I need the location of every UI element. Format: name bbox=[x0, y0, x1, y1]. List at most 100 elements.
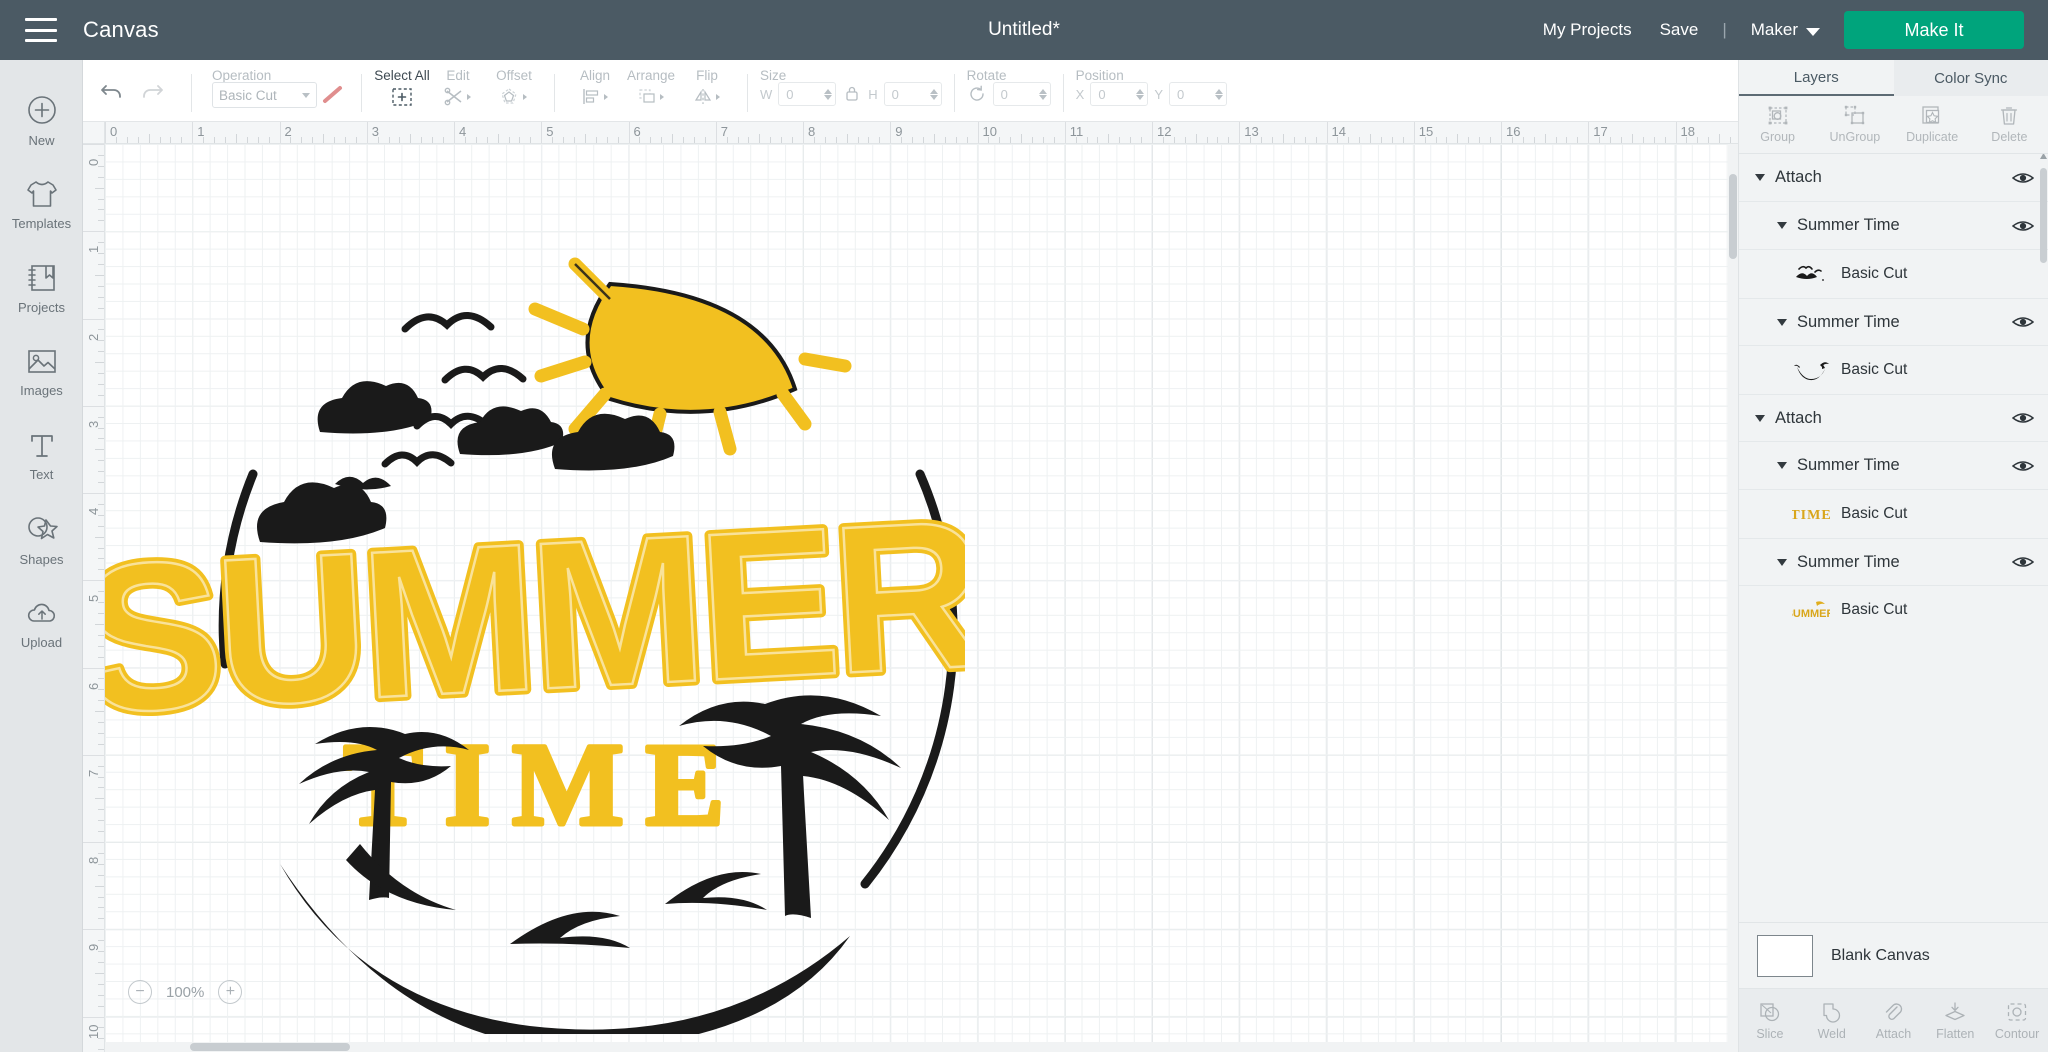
slice-button[interactable]: Slice bbox=[1739, 1001, 1801, 1041]
tab-layers[interactable]: Layers bbox=[1739, 60, 1894, 96]
edit-button[interactable]: Edit bbox=[430, 60, 486, 112]
redo-icon[interactable] bbox=[139, 79, 165, 103]
ungroup-button[interactable]: UnGroup bbox=[1816, 105, 1893, 144]
rotate-stepper[interactable] bbox=[1038, 88, 1047, 100]
make-it-button[interactable]: Make It bbox=[1844, 11, 2024, 49]
ruler-minor-tick bbox=[1566, 137, 1568, 143]
sidebar-item-projects[interactable]: Projects bbox=[0, 246, 83, 330]
offset-button[interactable]: Offset bbox=[486, 60, 542, 112]
ruler-minor-tick bbox=[98, 383, 104, 385]
caret-down-icon[interactable] bbox=[1777, 462, 1787, 469]
sidebar-item-shapes[interactable]: Shapes bbox=[0, 498, 83, 582]
hamburger-icon[interactable] bbox=[25, 18, 57, 42]
ruler-minor-tick bbox=[584, 134, 586, 143]
scroll-up-arrow-icon[interactable] bbox=[2039, 154, 2048, 161]
attach-button[interactable]: Attach bbox=[1863, 1001, 1925, 1041]
caret-down-icon[interactable] bbox=[1755, 174, 1765, 181]
visibility-eye-icon[interactable] bbox=[2012, 218, 2034, 234]
layer-row-summer-time-4[interactable]: Summer Time bbox=[1739, 538, 2048, 586]
layer-list-scrollbar[interactable] bbox=[2039, 154, 2048, 922]
align-button[interactable]: Align bbox=[567, 60, 623, 112]
layer-row-summer-time-1[interactable]: Summer Time bbox=[1739, 202, 2048, 250]
position-x-stepper[interactable] bbox=[1136, 88, 1145, 100]
plus-circle-icon[interactable]: + bbox=[218, 980, 243, 1004]
caret-down-icon[interactable] bbox=[1777, 558, 1787, 566]
ruler-minor-tick bbox=[98, 809, 104, 811]
flip-button[interactable]: Flip bbox=[679, 60, 735, 112]
canvas-vertical-scrollbar[interactable] bbox=[1728, 144, 1738, 1052]
ruler-minor-tick bbox=[290, 137, 292, 143]
my-projects-link[interactable]: My Projects bbox=[1529, 20, 1646, 40]
rotate-input[interactable]: 0 bbox=[992, 82, 1051, 106]
ruler-minor-tick bbox=[98, 503, 104, 505]
sidebar-item-images[interactable]: Images bbox=[0, 330, 83, 414]
contour-label: Contour bbox=[1994, 1026, 2040, 1041]
canvas-color-swatch[interactable] bbox=[1757, 934, 1813, 977]
visibility-eye-icon[interactable] bbox=[2012, 314, 2034, 330]
ruler-minor-tick bbox=[1686, 137, 1688, 143]
position-x-input[interactable]: 0 bbox=[1090, 82, 1149, 106]
layer-row-basic-cut-1[interactable]: Basic Cut bbox=[1739, 250, 2048, 298]
canvas-layer-row[interactable]: Blank Canvas bbox=[1739, 922, 2048, 988]
canvas-area[interactable]: 0 1 2 3 4 5 6 7 8 9 10 11 12 13 14 15 16 17 18 01234567891… bbox=[83, 122, 1738, 1052]
caret-down-icon[interactable] bbox=[1777, 222, 1787, 229]
size-height-input[interactable]: 0 bbox=[883, 82, 942, 106]
flatten-button[interactable]: Flatten bbox=[1924, 1001, 1986, 1041]
duplicate-button[interactable]: Duplicate bbox=[1894, 105, 1971, 144]
ruler-minor-tick bbox=[1610, 137, 1612, 143]
visibility-eye-icon[interactable] bbox=[2012, 410, 2034, 426]
line-color-swatch[interactable] bbox=[317, 82, 349, 108]
ruler-minor-tick bbox=[432, 137, 434, 143]
ruler-minor-tick bbox=[617, 137, 619, 143]
sidebar-item-new[interactable]: New bbox=[0, 78, 83, 162]
ruler-minor-tick bbox=[421, 137, 423, 143]
layer-row-summer-time-2[interactable]: Summer Time bbox=[1739, 298, 2048, 346]
operation-select[interactable]: Basic Cut bbox=[212, 82, 317, 108]
layer-name: Summer Time bbox=[1797, 312, 1900, 331]
layer-row-summer-time-3[interactable]: Summer Time bbox=[1739, 442, 2048, 490]
position-y-input[interactable]: 0 bbox=[1169, 82, 1228, 106]
size-width-stepper[interactable] bbox=[824, 88, 833, 100]
caret-down-icon[interactable] bbox=[1755, 414, 1765, 422]
sidebar-item-upload[interactable]: Upload bbox=[0, 582, 83, 666]
design-artwork[interactable]: SUMMER SUMMER TIME bbox=[105, 144, 965, 1034]
canvas-horizontal-scrollbar[interactable] bbox=[105, 1042, 1728, 1052]
rotate-value: 0 bbox=[1000, 86, 1008, 102]
group-button[interactable]: Group bbox=[1739, 105, 1816, 144]
visibility-eye-icon[interactable] bbox=[2012, 170, 2034, 186]
layer-row-basic-cut-3[interactable]: TIME Basic Cut bbox=[1739, 490, 2048, 538]
offset-icon bbox=[499, 82, 529, 112]
sidebar-item-text[interactable]: Text bbox=[0, 414, 83, 498]
visibility-eye-icon[interactable] bbox=[2012, 458, 2034, 474]
position-y-stepper[interactable] bbox=[1215, 88, 1224, 100]
contour-icon bbox=[2005, 1001, 2029, 1023]
scrollbar-thumb[interactable] bbox=[1729, 174, 1737, 259]
scrollbar-thumb[interactable] bbox=[2040, 168, 2047, 263]
scrollbar-thumb[interactable] bbox=[190, 1043, 350, 1051]
arrange-button[interactable]: Arrange bbox=[623, 60, 679, 112]
machine-selector[interactable]: Maker bbox=[1737, 20, 1830, 40]
sidebar-item-templates[interactable]: Templates bbox=[0, 162, 83, 246]
save-button[interactable]: Save bbox=[1646, 20, 1713, 40]
lock-icon[interactable] bbox=[844, 84, 860, 104]
ruler-minor-tick bbox=[95, 885, 104, 887]
ruler-minor-tick bbox=[1391, 137, 1393, 143]
tab-color-sync[interactable]: Color Sync bbox=[1893, 60, 2048, 96]
duplicate-icon bbox=[1920, 105, 1944, 127]
delete-button[interactable]: Delete bbox=[1971, 105, 2048, 144]
minus-circle-icon[interactable]: − bbox=[128, 980, 152, 1004]
layer-row-basic-cut-2[interactable]: Basic Cut bbox=[1739, 346, 2048, 394]
layer-row-basic-cut-4[interactable]: SUMMER Basic Cut bbox=[1739, 586, 2048, 634]
visibility-eye-icon[interactable] bbox=[2012, 554, 2034, 570]
weld-button[interactable]: Weld bbox=[1801, 1001, 1863, 1041]
ruler-major-tick bbox=[83, 1016, 104, 1018]
caret-down-icon[interactable] bbox=[1777, 318, 1787, 326]
contour-button[interactable]: Contour bbox=[1986, 1001, 2048, 1041]
layer-list[interactable]: Attach Summer Time Basic Cut Summer Time… bbox=[1739, 154, 2048, 922]
layer-row-attach-2[interactable]: Attach bbox=[1739, 394, 2048, 442]
size-height-stepper[interactable] bbox=[929, 88, 938, 100]
undo-icon[interactable] bbox=[99, 79, 125, 103]
layer-row-attach-1[interactable]: Attach bbox=[1739, 154, 2048, 202]
size-width-input[interactable]: 0 bbox=[778, 82, 837, 106]
select-all-button[interactable]: Select All bbox=[374, 60, 430, 112]
